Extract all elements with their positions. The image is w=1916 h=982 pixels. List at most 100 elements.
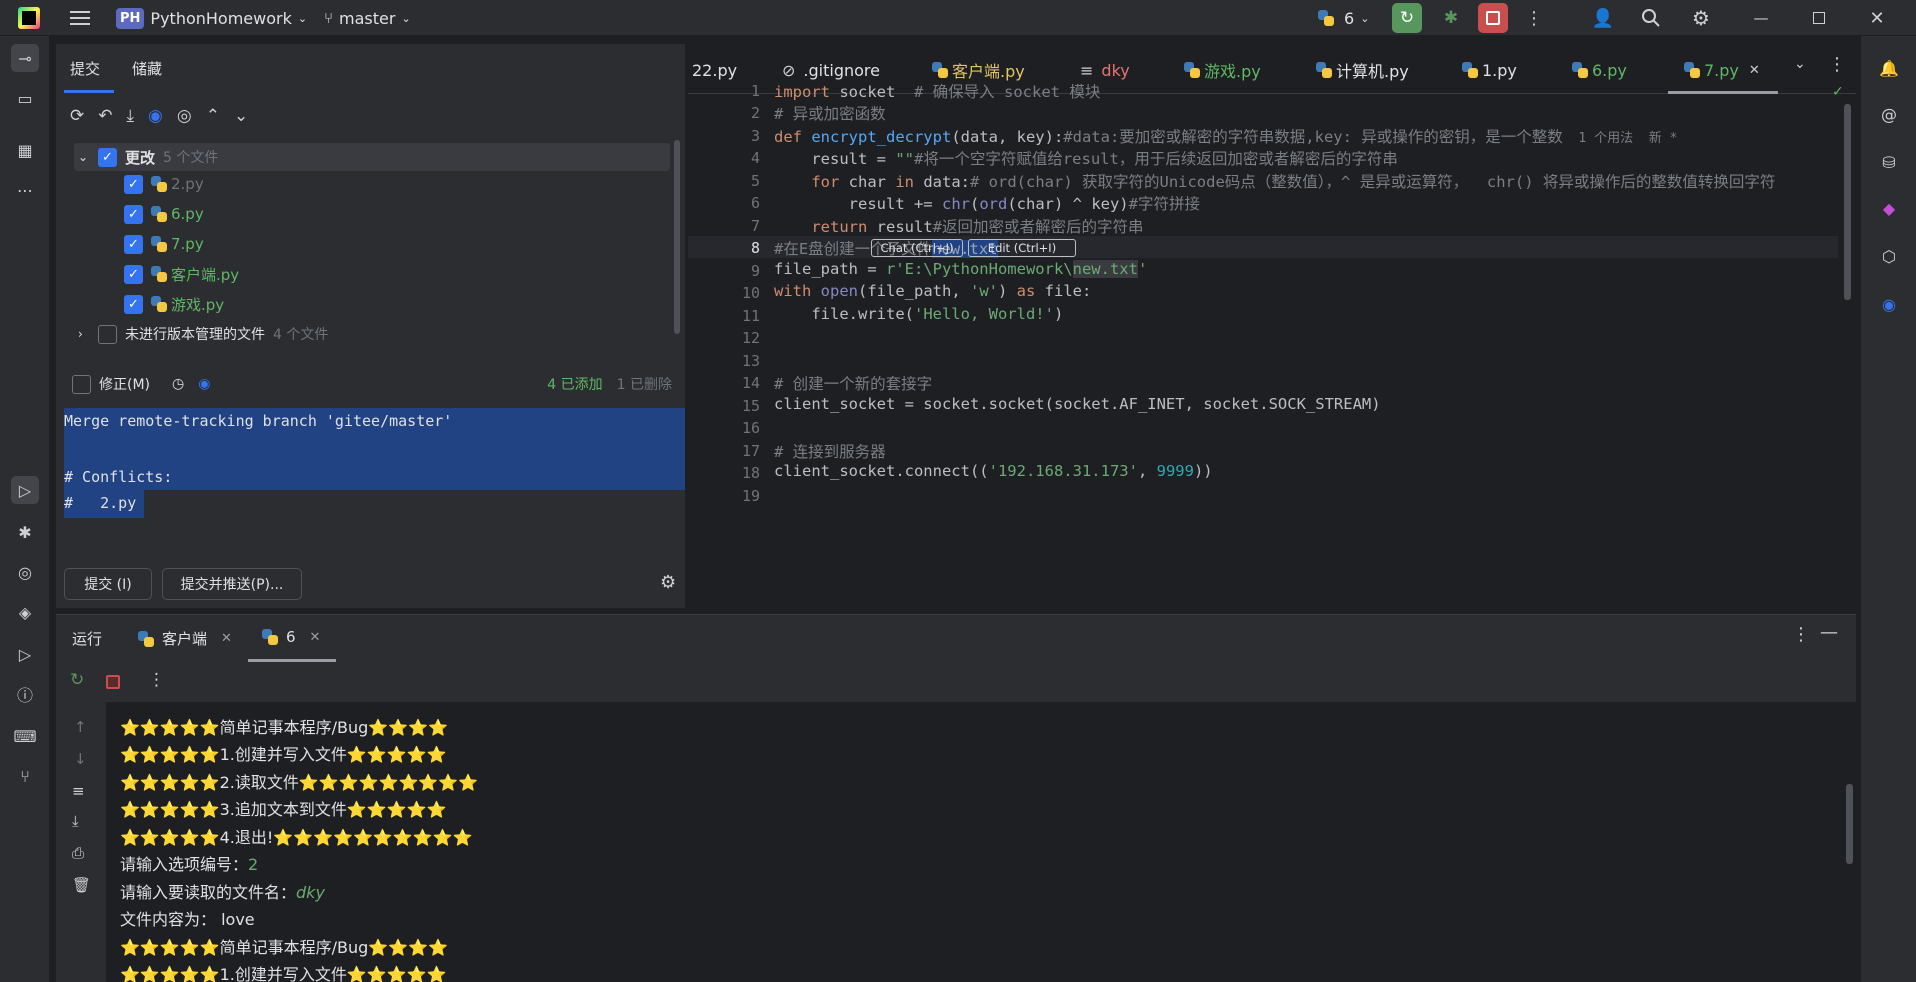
commit-tool-icon[interactable]: ⊸ — [11, 44, 39, 72]
shelve-icon[interactable]: ⤓ — [127, 106, 135, 126]
preview-eye-icon[interactable]: ◎ — [177, 106, 192, 126]
editor-tab[interactable]: ≡ dky — [1080, 58, 1130, 82]
editor-tab[interactable]: ⊘ .gitignore — [782, 58, 880, 82]
more-options-icon[interactable]: ⋮ — [1792, 624, 1810, 645]
file-checkbox[interactable]: ✓ — [124, 234, 143, 254]
list-item[interactable]: ✓ 游戏.py — [124, 290, 734, 318]
list-item[interactable]: ✓ 客户端.py — [124, 260, 734, 288]
copilot-icon[interactable]: ⬡ — [1875, 242, 1903, 270]
code-line[interactable]: def encrypt_decrypt(data, key):#data:要加密… — [774, 125, 1677, 147]
project-selector[interactable]: PH PythonHomework ⌄ — [116, 5, 307, 31]
amend-checkbox[interactable] — [72, 374, 91, 394]
ai-assistant-icon[interactable]: @ — [1875, 100, 1903, 128]
main-menu-icon[interactable] — [68, 6, 92, 30]
inspection-ok-icon[interactable]: ✓ — [1832, 84, 1844, 100]
database-icon[interactable]: ⛁ — [1875, 148, 1903, 176]
list-item[interactable]: ✓ 7.py — [124, 230, 734, 258]
editor-tab[interactable]: 客户端.py — [932, 58, 1025, 82]
code-line[interactable]: with open(file_path, 'w') as file: — [774, 282, 1091, 300]
more-tabs-icon[interactable]: ⋮ — [1828, 54, 1846, 75]
print-icon[interactable]: ⎙ — [72, 844, 84, 862]
editor-tab[interactable]: 1.py — [1462, 58, 1517, 82]
list-item[interactable]: ✓ 6.py — [124, 200, 734, 228]
usage-hint[interactable]: 1 个用法 新 * — [1563, 131, 1677, 146]
notifications-icon[interactable]: 🔔 — [1875, 54, 1903, 82]
code-line[interactable]: for char in data:# ord(char) 获取字符的Unicod… — [774, 170, 1775, 192]
amend-label[interactable]: 修正(M) — [99, 374, 150, 394]
editor-tab-active[interactable]: 7.py ✕ — [1684, 58, 1760, 82]
python-console-icon[interactable]: ◎ — [11, 558, 39, 586]
tab-stash[interactable]: 储藏 — [132, 58, 162, 79]
stop-button[interactable] — [1478, 3, 1508, 33]
close-tab-icon[interactable]: ✕ — [310, 630, 321, 645]
soft-wrap-icon[interactable]: ≡ — [72, 782, 85, 800]
collapse-all-icon[interactable]: ⌄ — [234, 106, 248, 126]
code-line[interactable]: file.write('Hello, World!') — [774, 305, 1063, 323]
rerun-button[interactable]: ↻ — [1392, 3, 1422, 33]
branch-selector[interactable]: ⑂ master ⌄ — [324, 5, 411, 31]
console-scrollbar[interactable] — [1846, 784, 1853, 864]
rerun-icon[interactable]: ↻ — [70, 670, 84, 690]
scroll-to-end-icon[interactable]: ⤓ — [72, 812, 79, 830]
close-icon[interactable]: ✕ — [1862, 5, 1892, 31]
git-icon[interactable]: ⑂ — [11, 762, 39, 790]
problems-icon[interactable]: ⓘ — [11, 680, 39, 708]
minimize-icon[interactable]: — — [1746, 5, 1776, 31]
file-checkbox[interactable]: ✓ — [124, 294, 143, 314]
scroll-down-icon[interactable]: ↓ — [74, 750, 87, 768]
account-icon[interactable]: ◉ — [1875, 290, 1903, 318]
terminal-icon[interactable]: ⌨ — [11, 722, 39, 750]
code-line[interactable]: result = ""#将一个空字符赋值给result，用于后续返回加密或者解密… — [774, 147, 1398, 169]
refresh-icon[interactable]: ⟳ — [70, 106, 84, 126]
changes-checkbox[interactable]: ✓ — [98, 147, 117, 167]
group-by-icon[interactable]: ◉ — [148, 106, 163, 126]
close-tab-icon[interactable]: ✕ — [1749, 63, 1760, 78]
author-icon[interactable]: ◉ — [198, 376, 210, 392]
commit-button[interactable]: 提交 (I) — [64, 568, 152, 600]
clear-trash-icon[interactable]: 🗑 — [72, 876, 91, 894]
code-line[interactable]: return result#返回加密或者解密后的字符串 — [774, 215, 1143, 237]
plugin-icon[interactable]: ◆ — [1875, 194, 1903, 222]
file-checkbox[interactable]: ✓ — [124, 204, 143, 224]
code-line[interactable]: # 创建一个新的套接字 — [774, 372, 932, 394]
more-tools-icon[interactable]: ⋯ — [11, 176, 39, 204]
unversioned-checkbox[interactable] — [98, 324, 117, 344]
maximize-icon[interactable] — [1804, 5, 1834, 31]
run-config-selector[interactable]: 6 ⌄ — [1318, 5, 1369, 31]
ai-edit-button[interactable]: Edit (Ctrl+I) — [968, 239, 1076, 257]
services-icon[interactable]: ▷ — [11, 640, 39, 668]
ai-chat-button[interactable]: Chat (Ctrl+J) — [871, 239, 963, 257]
search-icon[interactable] — [1638, 5, 1664, 31]
unversioned-group[interactable]: › 未进行版本管理的文件 4 个文件 — [78, 320, 688, 348]
code-line[interactable]: result += chr(ord(char) ^ key)#字符拼接 — [774, 192, 1200, 214]
python-packages-icon[interactable]: ◈ — [11, 598, 39, 626]
debug-icon[interactable]: ✱ — [1438, 5, 1464, 31]
chevron-down-icon[interactable]: ⌄ — [1794, 56, 1806, 72]
more-actions-icon[interactable]: ⋮ — [1524, 5, 1544, 31]
stop-icon[interactable] — [106, 675, 120, 689]
editor-tab[interactable]: 游戏.py — [1184, 58, 1261, 82]
commit-and-push-button[interactable]: 提交并推送(P)... — [162, 568, 302, 600]
gear-icon[interactable]: ⚙ — [1688, 5, 1714, 31]
code-line[interactable]: # 连接到服务器 — [774, 440, 886, 462]
rollback-icon[interactable]: ↶ — [98, 106, 112, 126]
file-checkbox[interactable]: ✓ — [124, 264, 143, 284]
project-folder-icon[interactable]: ▭ — [11, 84, 39, 112]
history-clock-icon[interactable]: ◷ — [172, 376, 184, 392]
editor-scrollbar[interactable] — [1844, 104, 1851, 300]
expand-all-icon[interactable]: ⌃ — [206, 106, 220, 126]
code-line[interactable]: file_path = r'E:\PythonHomework\new.txt' — [774, 260, 1147, 278]
editor-tab[interactable]: 22.py — [692, 58, 737, 82]
run-tab-client[interactable]: 客户端 ✕ — [138, 628, 232, 649]
more-icon[interactable]: ⋮ — [148, 670, 165, 690]
tab-run[interactable]: 运行 — [72, 628, 102, 649]
run-tab-6[interactable]: 6 ✕ — [262, 628, 320, 646]
tab-commit[interactable]: 提交 — [70, 58, 100, 79]
editor-tab[interactable]: 6.py — [1572, 58, 1627, 82]
debug-tool-icon[interactable]: ✱ — [11, 518, 39, 546]
list-item[interactable]: ✓ 2.py — [124, 170, 734, 198]
changes-group[interactable]: ⌄ ✓ 更改 5 个文件 — [74, 143, 670, 171]
code-line[interactable]: client_socket.connect(('192.168.31.173',… — [774, 462, 1213, 480]
structure-icon[interactable]: ▦ — [11, 136, 39, 164]
add-user-icon[interactable]: 👤 — [1590, 5, 1616, 31]
